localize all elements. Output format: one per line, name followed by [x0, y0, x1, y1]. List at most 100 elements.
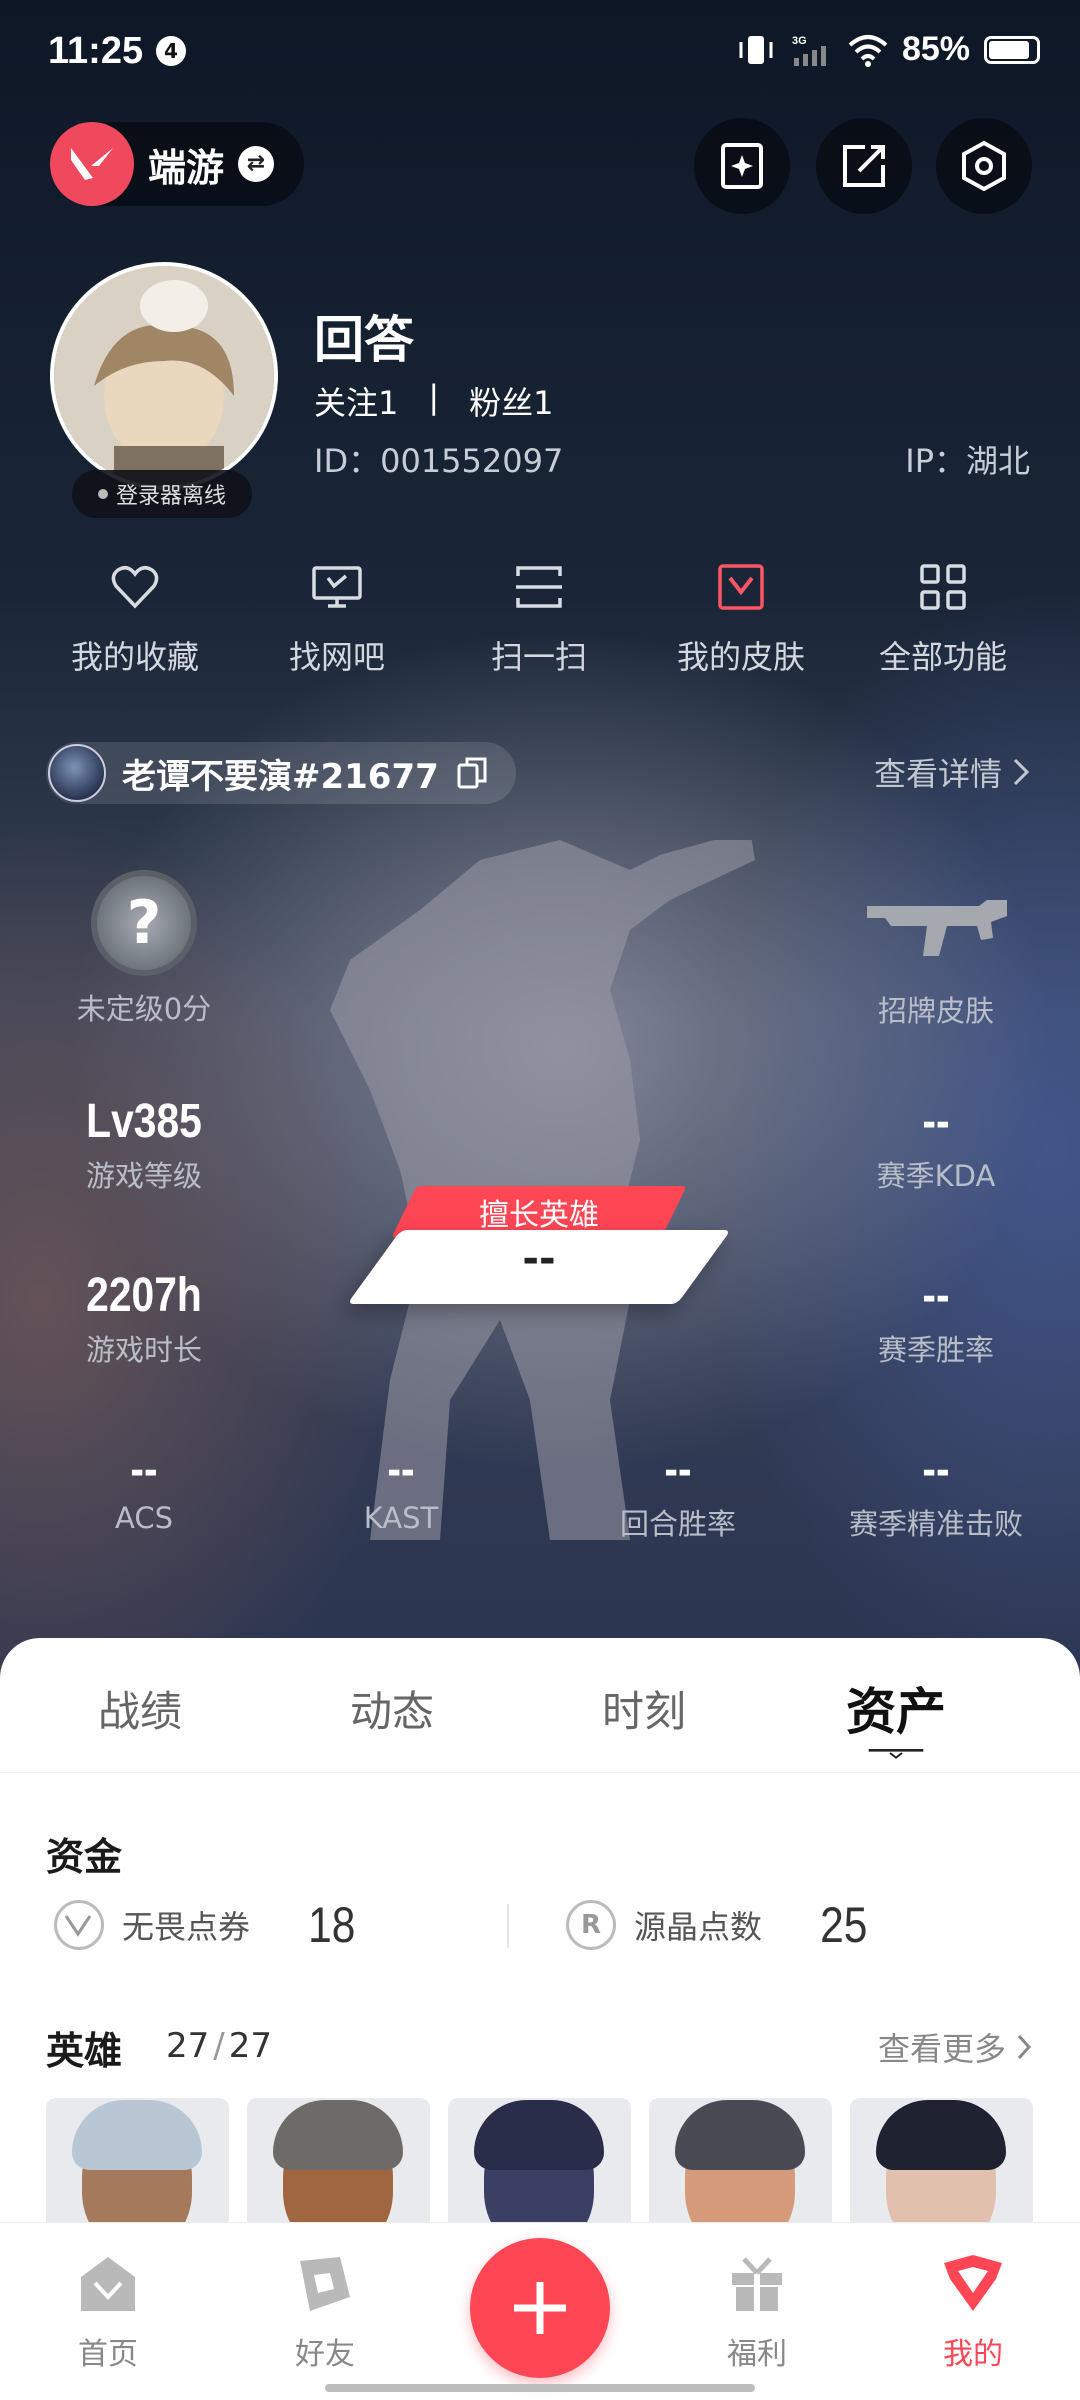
content-tabs: 战绩 动态 时刻 资产 — [0, 1638, 1080, 1772]
grid-icon — [920, 564, 966, 610]
stat-value: -- — [130, 1443, 158, 1496]
stat-value: -- — [922, 1269, 950, 1322]
wifi-icon — [848, 34, 888, 67]
quick-item-all[interactable]: 全部功能 — [842, 560, 1044, 678]
stat-label: ACS — [115, 1501, 173, 1535]
fans-count[interactable]: 粉丝1 — [469, 378, 553, 424]
following-count[interactable]: 关注1 — [314, 378, 398, 424]
hero-cards-row — [46, 2098, 1033, 2228]
tab-records[interactable]: 战绩 — [14, 1638, 266, 1772]
stat-label: 游戏等级 — [85, 1159, 202, 1193]
fund-label: 源晶点数 — [634, 1908, 763, 1946]
stat-signature-skin[interactable]: 招牌皮肤 — [816, 892, 1056, 1030]
nav-profile[interactable]: 我的 — [903, 2253, 1043, 2373]
fund-radianite: R 源晶点数 25 — [566, 1890, 872, 1960]
best-hero-value: -- — [522, 1236, 556, 1282]
radianite-icon: R — [566, 1900, 616, 1950]
heart-icon — [111, 566, 159, 609]
nav-friends[interactable]: 好友 — [255, 2253, 395, 2373]
quick-item-label: 我的收藏 — [70, 638, 199, 676]
status-icons: 3G 85% — [736, 30, 1040, 69]
best-hero-tag: 擅长英雄 — [479, 1198, 599, 1233]
hero-card[interactable] — [247, 2098, 430, 2228]
stat-label: 回合胜率 — [619, 1507, 736, 1541]
chevron-right-icon — [1013, 758, 1030, 786]
user-id: ID：001552097 — [314, 442, 564, 480]
hero-card[interactable] — [448, 2098, 631, 2228]
stat-value: Lv385 — [86, 1095, 202, 1148]
status-bar: 11:25 4 3G 85% — [0, 0, 1080, 100]
stat-value: -- — [922, 1443, 950, 1496]
stat-rank[interactable]: ? 未定级0分 — [24, 870, 264, 1028]
scan-icon — [516, 566, 562, 608]
friends-icon — [300, 2257, 350, 2311]
monitor-icon — [312, 566, 362, 608]
hero-card[interactable] — [46, 2098, 229, 2228]
svg-text:3G: 3G — [792, 35, 807, 47]
avatar[interactable] — [50, 262, 278, 490]
follow-separator: | — [428, 378, 440, 416]
status-time: 11:25 — [48, 30, 144, 72]
quick-item-skins[interactable]: 我的皮肤 — [640, 560, 842, 678]
tab-assets[interactable]: 资产 — [770, 1638, 1022, 1772]
quick-item-label: 我的皮肤 — [676, 638, 805, 676]
create-post-button[interactable] — [470, 2238, 610, 2378]
heroes-title: 英雄 — [46, 2029, 123, 2073]
quick-item-label: 找网吧 — [288, 638, 385, 676]
valorant-logo-icon — [50, 122, 134, 206]
see-more-link[interactable]: 查看更多 — [878, 2024, 1032, 2070]
fund-label: 无畏点券 — [122, 1908, 251, 1946]
quick-item-label: 全部功能 — [878, 638, 1007, 676]
stat-label: 赛季胜率 — [877, 1333, 994, 1367]
fund-divider — [507, 1904, 509, 1948]
view-detail-link[interactable]: 查看详情 — [874, 742, 1030, 802]
nav-label: 福利 — [727, 2337, 787, 2372]
fund-vp: 无畏点券 18 — [54, 1890, 360, 1960]
gun-icon — [867, 900, 1007, 956]
gift-icon — [732, 2257, 782, 2311]
view-detail-label: 查看详情 — [873, 755, 1002, 793]
nav-home[interactable]: 首页 — [38, 2253, 178, 2373]
nav-label: 首页 — [78, 2337, 138, 2372]
swap-icon: ⇄ — [238, 146, 275, 182]
login-status-pill: 登录器离线 — [72, 470, 252, 518]
nav-label: 我的 — [943, 2337, 1003, 2372]
share-button[interactable] — [816, 118, 912, 214]
hero-card[interactable] — [649, 2098, 832, 2228]
heroes-total: 27 — [228, 2026, 272, 2066]
hero-card[interactable] — [850, 2098, 1033, 2228]
username: 回答 — [314, 311, 414, 369]
tab-feed[interactable]: 动态 — [266, 1638, 518, 1772]
tab-label: 动态 — [349, 1687, 434, 1736]
quick-item-netcafe[interactable]: 找网吧 — [236, 560, 438, 678]
follow-stats: 关注1 | 粉丝1 — [314, 378, 554, 424]
quick-item-label: 扫一扫 — [490, 638, 587, 676]
notification-badge: 4 — [156, 36, 186, 66]
heroes-owned: 27 — [166, 2026, 210, 2066]
quick-item-favorites[interactable]: 我的收藏 — [34, 560, 236, 678]
tab-moments[interactable]: 时刻 — [518, 1638, 770, 1772]
nav-welfare[interactable]: 福利 — [687, 2253, 827, 2373]
chevron-right-icon — [1017, 2034, 1032, 2060]
player-riot-id: 老谭不要演#21677 — [122, 756, 439, 797]
copy-icon[interactable] — [457, 757, 487, 789]
hero-hair — [474, 2100, 604, 2170]
stat-label: 未定级0分 — [76, 992, 212, 1026]
quick-menu: 我的收藏 找网吧 扫一扫 我的皮肤 全部功能 — [0, 560, 1080, 678]
quick-item-scan[interactable]: 扫一扫 — [438, 560, 640, 678]
stat-kda: -- 赛季KDA — [816, 1094, 1056, 1195]
settings-button[interactable] — [936, 118, 1032, 214]
stat-label: 赛季精准击败 — [848, 1507, 1023, 1541]
stat-value: 2207h — [86, 1269, 202, 1322]
heroes-count-slash: / — [213, 2026, 225, 2066]
stat-acs: -- ACS — [24, 1442, 264, 1535]
ip-location: IP：湖北 — [905, 442, 1030, 480]
rank-badge-icon: ? — [91, 870, 197, 976]
game-switcher[interactable]: 端游 ⇄ — [50, 122, 304, 206]
vibrate-icon — [739, 35, 773, 64]
battery-icon — [984, 35, 1040, 64]
card-edit-button[interactable] — [694, 118, 790, 214]
tab-label: 战绩 — [97, 1687, 182, 1736]
funds-title: 资金 — [46, 1835, 123, 1879]
stat-round-winrate: -- 回合胜率 — [558, 1442, 798, 1543]
